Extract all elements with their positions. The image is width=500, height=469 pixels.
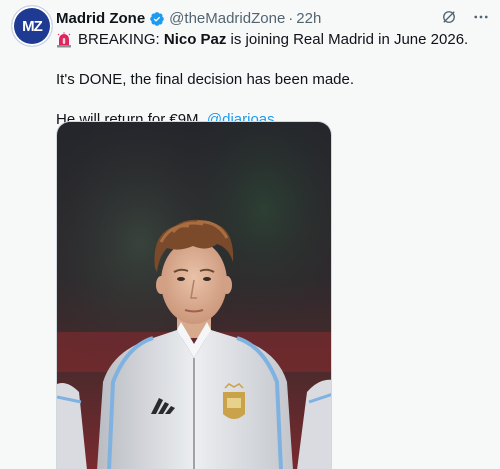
breaking-suffix: is joining Real Madrid in June 2026. <box>226 31 469 48</box>
tweet-text: BREAKING: Nico Paz is joining Real Madri… <box>56 30 486 130</box>
player-photo <box>57 122 331 469</box>
tweet-photo[interactable] <box>56 121 332 469</box>
tweet-paragraph-2: It's DONE, the final decision has been m… <box>56 71 355 88</box>
tweet-line-1: BREAKING: Nico Paz is joining Real Madri… <box>56 30 486 50</box>
tweet-actions <box>440 8 490 26</box>
avatar[interactable]: MZ <box>12 6 52 46</box>
more-options-icon[interactable] <box>472 8 490 26</box>
tweet-time[interactable]: 22h <box>296 10 321 27</box>
player-name: Nico Paz <box>163 31 227 48</box>
siren-emoji-icon <box>56 32 72 48</box>
author-handle[interactable]: @theMadridZone <box>169 10 285 27</box>
breaking-prefix: BREAKING: <box>78 31 164 48</box>
tweet[interactable]: MZ Madrid Zone @theMadridZone · 22h BREA… <box>0 0 500 469</box>
author-name[interactable]: Madrid Zone <box>56 10 145 27</box>
avatar-text: MZ <box>22 17 43 35</box>
tweet-header: Madrid Zone @theMadridZone · 22h <box>56 10 321 27</box>
verified-badge-icon <box>149 11 165 27</box>
separator: · <box>288 10 294 27</box>
grok-icon[interactable] <box>440 8 458 26</box>
